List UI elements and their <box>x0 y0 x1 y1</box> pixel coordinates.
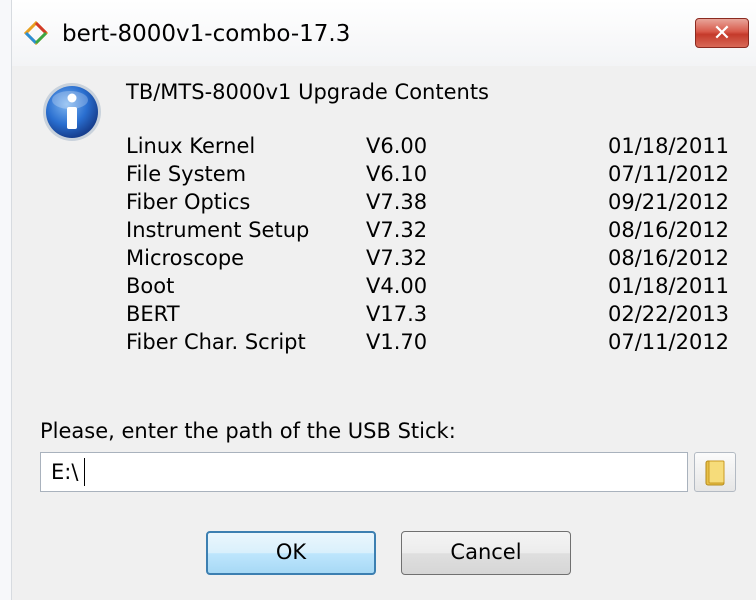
app-logo-icon <box>24 21 48 45</box>
component-date: 02/22/2013 <box>608 302 730 326</box>
info-icon <box>43 83 101 141</box>
component-date: 07/11/2012 <box>608 330 730 354</box>
component-version: V17.3 <box>366 302 428 326</box>
component-row: Boot V4.00 01/18/2011 <box>126 274 746 302</box>
component-version: V7.38 <box>366 190 428 214</box>
component-name: File System <box>126 162 247 186</box>
component-date: 09/21/2012 <box>608 190 730 214</box>
folder-icon <box>705 460 725 486</box>
close-button[interactable]: ✕ <box>695 18 749 48</box>
component-name: BERT <box>126 302 180 326</box>
usb-path-label: Please, enter the path of the USB Stick: <box>40 419 456 443</box>
component-row: Fiber Optics V7.38 09/21/2012 <box>126 190 746 218</box>
component-name: Fiber Char. Script <box>126 330 306 354</box>
dialog-heading: TB/MTS-8000v1 Upgrade Contents <box>126 80 489 104</box>
component-version: V7.32 <box>366 218 428 242</box>
component-name: Fiber Optics <box>126 190 251 214</box>
component-date: 08/16/2012 <box>608 246 730 270</box>
component-row: Linux Kernel V6.00 01/18/2011 <box>126 134 746 162</box>
component-date: 07/11/2012 <box>608 162 730 186</box>
component-row: BERT V17.3 02/22/2013 <box>126 302 746 330</box>
component-version: V6.00 <box>366 134 428 158</box>
component-row: Instrument Setup V7.32 08/16/2012 <box>126 218 746 246</box>
component-version: V7.32 <box>366 246 428 270</box>
cancel-button[interactable]: Cancel <box>401 531 571 575</box>
browse-button[interactable] <box>694 452 736 492</box>
component-row: Fiber Char. Script V1.70 07/11/2012 <box>126 330 746 358</box>
component-name: Boot <box>126 274 175 298</box>
component-version: V6.10 <box>366 162 428 186</box>
window-frame <box>0 0 12 600</box>
component-row: Microscope V7.32 08/16/2012 <box>126 246 746 274</box>
component-date: 08/16/2012 <box>608 218 730 242</box>
component-date: 01/18/2011 <box>608 274 730 298</box>
component-name: Microscope <box>126 246 245 270</box>
component-version: V4.00 <box>366 274 428 298</box>
text-caret <box>84 458 85 486</box>
component-row: File System V6.10 07/11/2012 <box>126 162 746 190</box>
component-name: Instrument Setup <box>126 218 310 242</box>
component-name: Linux Kernel <box>126 134 256 158</box>
usb-path-input[interactable] <box>40 452 688 492</box>
window-title: bert-8000v1-combo-17.3 <box>62 21 351 47</box>
component-date: 01/18/2011 <box>608 134 730 158</box>
ok-button[interactable]: OK <box>206 531 376 575</box>
title-bar: bert-8000v1-combo-17.3 ✕ <box>0 0 756 67</box>
component-version: V1.70 <box>366 330 428 354</box>
